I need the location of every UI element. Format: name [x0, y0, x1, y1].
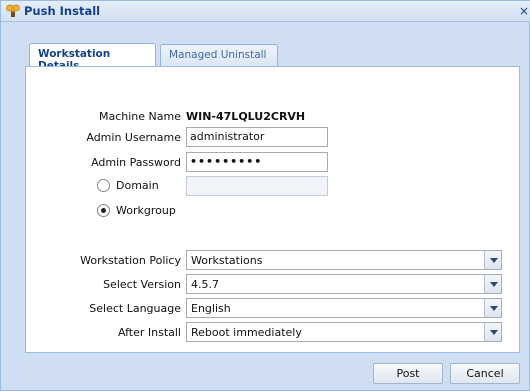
workgroup-radio-label: Workgroup [116, 204, 176, 217]
machine-name-value: WIN-47LQLU2CRVH [186, 110, 306, 123]
workstation-policy-value: Workstations [191, 254, 263, 267]
domain-radio-label: Domain [116, 179, 159, 192]
push-install-icon [6, 4, 20, 17]
after-install-label: After Install [117, 326, 181, 339]
domain-radio[interactable] [97, 179, 110, 192]
after-install-select[interactable]: Reboot immediately [186, 322, 502, 342]
admin-password-label: Admin Password [91, 156, 181, 169]
tab-strip: Workstation Details Managed Uninstall [25, 42, 520, 72]
dialog-footer: Post Cancel [1, 353, 530, 391]
chevron-down-icon[interactable] [484, 275, 501, 293]
workstation-policy-label: Workstation Policy [80, 254, 181, 267]
admin-username-input[interactable]: administrator [186, 127, 328, 147]
title-bar[interactable]: Push Install × [1, 1, 530, 22]
admin-username-label: Admin Username [86, 131, 181, 144]
cancel-button[interactable]: Cancel [450, 363, 520, 384]
machine-name-label: Machine Name [99, 110, 181, 123]
workstation-policy-select[interactable]: Workstations [186, 250, 502, 270]
chevron-down-icon[interactable] [484, 323, 501, 341]
admin-password-input[interactable]: ••••••••• [186, 152, 328, 172]
tab-managed-uninstall[interactable]: Managed Uninstall [160, 44, 278, 66]
tab-workstation-details[interactable]: Workstation Details [29, 43, 156, 72]
push-install-window: Push Install × Workstation Details Manag… [0, 0, 530, 391]
window-title: Push Install [24, 4, 101, 18]
domain-input[interactable] [186, 176, 328, 196]
after-install-value: Reboot immediately [191, 326, 302, 339]
chevron-down-icon[interactable] [484, 299, 501, 317]
close-icon[interactable]: × [519, 4, 529, 18]
chevron-down-icon[interactable] [484, 251, 501, 269]
select-language-value: English [191, 302, 231, 315]
select-version-select[interactable]: 4.5.7 [186, 274, 502, 294]
tab-panel: Workstation Details Managed Uninstall Ma… [25, 42, 520, 353]
workstation-details-form: Machine Name WIN-47LQLU2CRVH Admin Usern… [25, 66, 520, 353]
select-version-label: Select Version [103, 278, 181, 291]
post-button[interactable]: Post [373, 363, 443, 384]
select-version-value: 4.5.7 [191, 278, 219, 291]
select-language-label: Select Language [89, 302, 181, 315]
select-language-select[interactable]: English [186, 298, 502, 318]
workgroup-radio[interactable] [97, 204, 110, 217]
